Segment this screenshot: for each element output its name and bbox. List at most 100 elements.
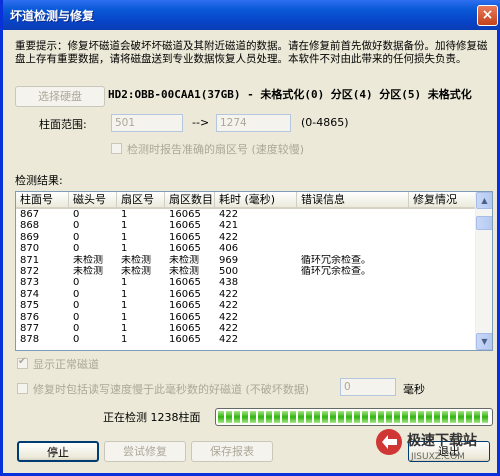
title-bar[interactable]: 坏道检测与修复 ×	[3, 0, 500, 30]
table-cell	[409, 312, 476, 323]
close-button[interactable]: ×	[477, 5, 498, 26]
table-cell: 1	[121, 243, 128, 255]
progress-segment	[434, 411, 440, 423]
stop-button[interactable]: 停止	[17, 441, 99, 462]
table-row[interactable]: 873 0 1 16065 438	[16, 277, 476, 288]
table-cell: 1	[121, 209, 128, 220]
column-header[interactable]: 扇区号	[117, 192, 165, 209]
threshold-ms-input[interactable]: 0	[340, 378, 396, 396]
report-sector-label: 检测时报告准确的扇区号 (速度较慢)	[127, 143, 305, 156]
progress-fill	[218, 411, 490, 423]
disk-info: HD2:OBB-00CAA1(37GB) - 未格式化(0) 分区(4) 分区(…	[108, 88, 472, 101]
select-disk-button[interactable]: 选择硬盘	[15, 86, 105, 107]
table-cell	[297, 277, 409, 288]
table-cell: 16065	[169, 209, 201, 220]
table-row[interactable]: 867 0 1 16065 422	[16, 209, 476, 220]
table-cell: 循环冗余检查。	[301, 254, 371, 266]
table-cell: 872	[20, 265, 40, 277]
progress-segment	[378, 411, 384, 423]
table-cell: 422	[219, 231, 239, 243]
table-cell: 0	[73, 231, 80, 243]
table-row[interactable]: 868 0 1 16065 421	[16, 220, 476, 231]
table-cell	[409, 232, 476, 243]
progress-segment	[466, 411, 472, 423]
range-start-input[interactable]: 501	[111, 114, 183, 132]
table-cell: 969	[219, 254, 239, 266]
table-cell: 0	[73, 322, 80, 334]
table-row[interactable]: 875 0 1 16065 422	[16, 300, 476, 311]
table-cell	[297, 232, 409, 243]
table-cell: 16065	[169, 300, 201, 312]
scroll-down-icon[interactable]: ▼	[476, 333, 492, 350]
scroll-up-icon[interactable]: ▲	[476, 192, 492, 209]
table-row[interactable]: 869 0 1 16065 422	[16, 232, 476, 243]
table-row[interactable]: 871 未检测 未检测 未检测 969 循环冗余检查。	[16, 255, 476, 266]
status-text: 正在检测 1238柱面	[103, 411, 201, 424]
column-header[interactable]: 磁头号	[69, 192, 117, 209]
watermark-text: 极速下载站	[407, 432, 477, 449]
vertical-scrollbar[interactable]: ▲ ▼	[475, 192, 492, 350]
column-header[interactable]: 柱面号	[16, 192, 69, 209]
table-cell: 0	[73, 209, 80, 220]
table-cell: 422	[219, 300, 239, 312]
table-cell: 1	[121, 311, 128, 323]
table-cell	[297, 243, 409, 254]
table-cell	[297, 209, 409, 220]
table-cell	[409, 266, 476, 277]
progress-segment	[330, 411, 336, 423]
progress-segment	[218, 411, 224, 423]
progress-segment	[322, 411, 328, 423]
save-report-button[interactable]: 保存报表	[191, 441, 273, 462]
table-cell: 870	[20, 243, 40, 255]
table-row[interactable]: 878 0 1 16065 422	[16, 334, 476, 345]
table-cell: 0	[73, 243, 80, 255]
scroll-thumb[interactable]	[476, 216, 492, 230]
column-header[interactable]: 耗时 (毫秒)	[215, 192, 297, 209]
column-header[interactable]: 错误信息	[297, 192, 409, 209]
range-hint: (0-4865)	[301, 116, 349, 129]
table-row[interactable]: 874 0 1 16065 422	[16, 289, 476, 300]
show-normal-checkbox[interactable]	[17, 356, 28, 369]
table-cell	[297, 334, 409, 345]
table-cell: 422	[219, 209, 239, 220]
progress-segment	[354, 411, 360, 423]
try-repair-button[interactable]: 尝试修复	[104, 441, 186, 462]
table-header: 柱面号 磁头号 扇区号 扇区数目 耗时 (毫秒) 错误信息 修复情况	[16, 192, 476, 209]
table-cell: 0	[73, 300, 80, 312]
progress-segment	[258, 411, 264, 423]
threshold-unit: 毫秒	[403, 383, 425, 396]
table-row[interactable]: 870 0 1 16065 406	[16, 243, 476, 254]
progress-segment	[458, 411, 464, 423]
report-sector-checkbox[interactable]	[111, 143, 122, 154]
table-cell: 422	[219, 311, 239, 323]
progress-segment	[234, 411, 240, 423]
table-row[interactable]: 872 未检测 未检测 未检测 500 循环冗余检查。	[16, 266, 476, 277]
table-cell	[409, 289, 476, 300]
column-header[interactable]: 修复情况	[409, 192, 476, 209]
table-cell: 1	[121, 322, 128, 334]
table-row[interactable]: 876 0 1 16065 422	[16, 312, 476, 323]
repair-slow-checkbox[interactable]	[17, 383, 28, 394]
progress-segment	[282, 411, 288, 423]
table-cell: 未检测	[121, 254, 151, 266]
column-header[interactable]: 扇区数目	[165, 192, 215, 209]
table-cell: 未检测	[169, 254, 199, 266]
table-cell	[409, 277, 476, 288]
table-cell: 406	[219, 243, 239, 255]
table-cell: 1	[121, 231, 128, 243]
progress-segment	[482, 411, 488, 423]
table-cell: 1	[121, 300, 128, 312]
table-cell: 877	[20, 322, 40, 334]
progress-segment	[426, 411, 432, 423]
range-end-input[interactable]: 1274	[216, 114, 291, 132]
table-cell: 16065	[169, 231, 201, 243]
table-cell: 875	[20, 300, 40, 312]
results-table[interactable]: 柱面号 磁头号 扇区号 扇区数目 耗时 (毫秒) 错误信息 修复情况 867 0 1…	[15, 191, 493, 351]
table-cell: 0	[73, 277, 80, 289]
progress-segment	[338, 411, 344, 423]
table-cell: 1	[121, 277, 128, 289]
table-cell	[297, 312, 409, 323]
table-row[interactable]: 877 0 1 16065 422	[16, 323, 476, 334]
warning-notice: 重要提示：修复坏磁道会破坏坏磁道及其附近磁道的数据。请在修复前首先做好数据备份。…	[15, 40, 488, 65]
table-cell	[409, 323, 476, 334]
